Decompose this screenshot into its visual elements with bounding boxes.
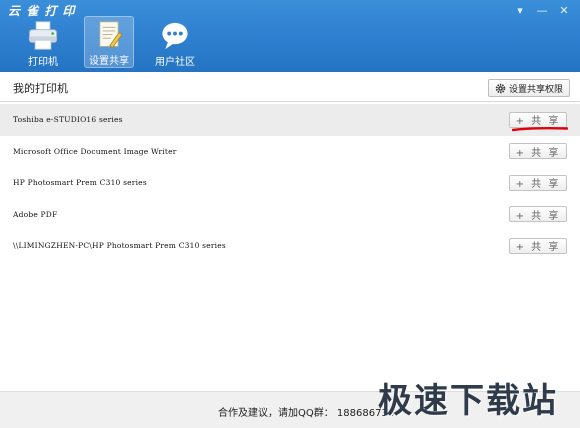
share-button[interactable]: + 共 享 <box>509 143 567 160</box>
share-button[interactable]: + 共 享 <box>509 206 567 223</box>
printer-row[interactable]: Adobe PDF + 共 享 <box>0 199 580 231</box>
printer-icon <box>28 21 58 50</box>
section-title: 我的打印机 <box>13 82 68 95</box>
tab-settings-share[interactable]: 设置共享 <box>84 16 134 68</box>
printer-name: \\LIMINGZHEN-PC\HP Photosmart Prem C310 … <box>13 241 226 251</box>
window-controls: ▾ — ✕ <box>510 2 574 18</box>
printer-row[interactable]: Toshiba e-STUDIO16 series + 共 享 <box>0 104 580 136</box>
printer-row[interactable]: Microsoft Office Document Image Writer +… <box>0 136 580 168</box>
menu-dropdown-icon[interactable]: ▾ <box>510 2 530 18</box>
title-bar: 云 雀 打 印 ▾ — ✕ 打印机 设置共享 用户社区 <box>0 0 580 72</box>
tab-label: 用户社区 <box>155 57 195 68</box>
tab-label: 设置共享 <box>89 56 129 67</box>
printer-name: HP Photosmart Prem C310 series <box>13 178 147 188</box>
printer-name: Toshiba e-STUDIO16 series <box>13 115 123 125</box>
printer-name: Adobe PDF <box>13 209 58 219</box>
gear-icon <box>495 83 506 93</box>
close-icon[interactable]: ✕ <box>554 2 574 18</box>
footer-contact-text: 合作及建议，请加QQ群： 188686734 <box>218 408 395 419</box>
section-header: 我的打印机 设置共享权限 <box>0 72 580 102</box>
watermark-logo: 极速下载站 <box>378 381 558 421</box>
share-permission-button[interactable]: 设置共享权限 <box>487 79 570 97</box>
share-button[interactable]: + 共 享 <box>509 237 567 254</box>
main-tabs: 打印机 设置共享 用户社区 <box>18 16 200 68</box>
printer-list: Toshiba e-STUDIO16 series + 共 享 Microsof… <box>0 104 580 262</box>
share-permission-label: 设置共享权限 <box>508 84 563 95</box>
printer-row[interactable]: \\LIMINGZHEN-PC\HP Photosmart Prem C310 … <box>0 230 580 262</box>
share-button[interactable]: + 共 享 <box>509 174 567 191</box>
printer-row[interactable]: HP Photosmart Prem C310 series + 共 享 <box>0 167 580 199</box>
settings-share-icon <box>99 21 123 48</box>
tab-label: 打印机 <box>28 57 58 68</box>
printer-name: Microsoft Office Document Image Writer <box>13 146 177 156</box>
red-annotation-underline <box>512 127 568 132</box>
minimize-icon[interactable]: — <box>532 2 552 18</box>
tab-user-community[interactable]: 用户社区 <box>150 16 200 68</box>
chat-bubble-icon <box>162 22 188 50</box>
tab-printers[interactable]: 打印机 <box>18 16 68 68</box>
